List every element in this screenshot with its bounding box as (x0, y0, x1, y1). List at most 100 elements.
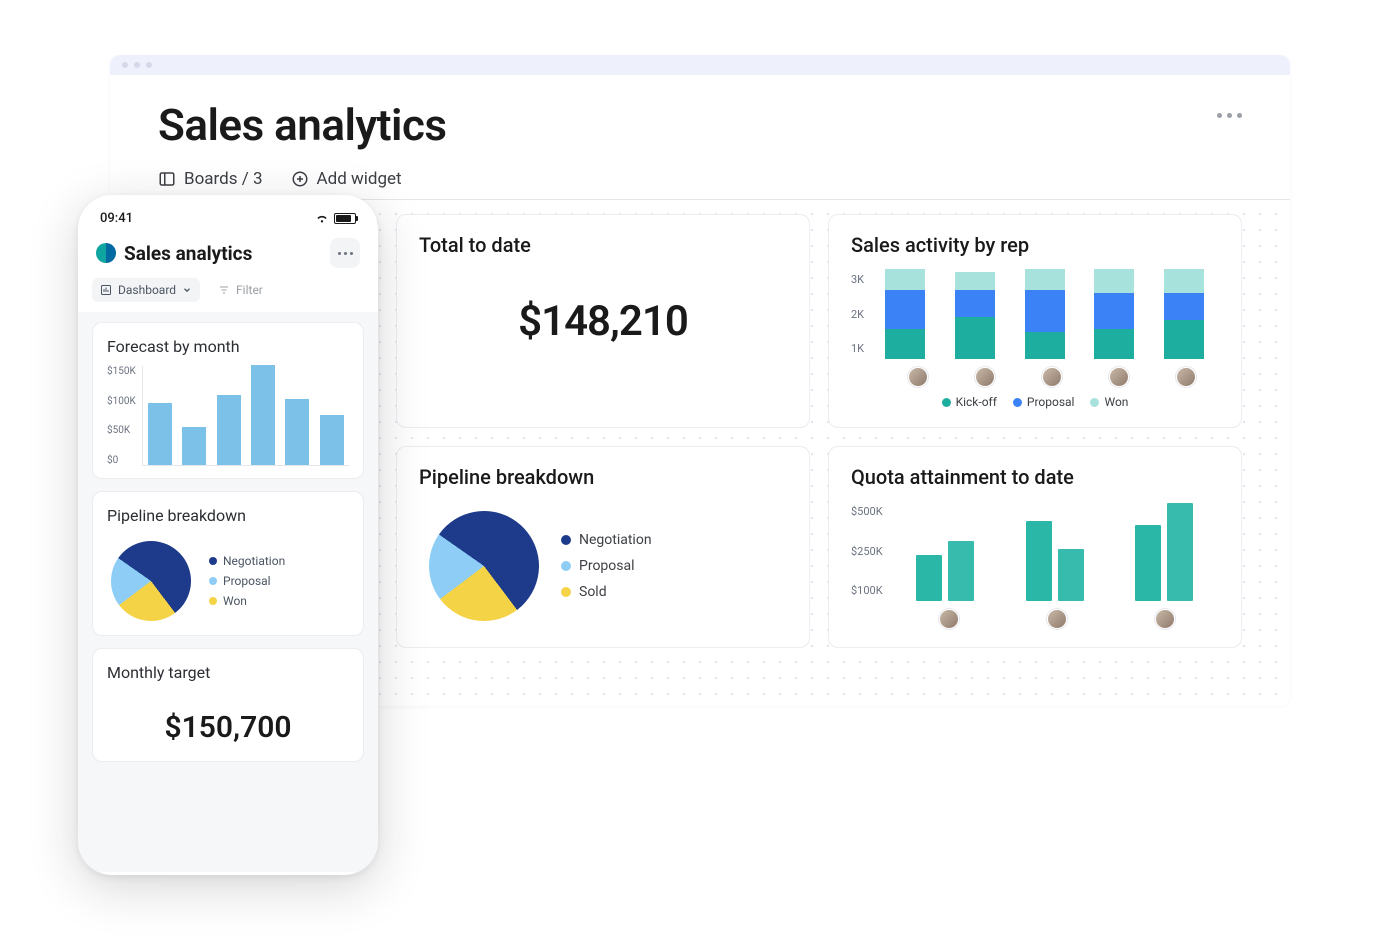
legend-label: Sold (579, 584, 607, 600)
stacked-col (1164, 269, 1204, 359)
legend-label: Kick-off (956, 395, 997, 409)
filter-button[interactable]: Filter (210, 278, 271, 302)
avatar[interactable] (908, 367, 928, 387)
legend-item[interactable]: Won (1090, 395, 1128, 409)
legend-item[interactable]: Proposal (1013, 395, 1075, 409)
ytick: $100K (107, 396, 136, 407)
status-time: 09:41 (100, 211, 133, 226)
status-bar: 09:41 (92, 209, 364, 236)
chart-legend: Kick-off Proposal Won (851, 387, 1219, 409)
mobile-card-pipeline[interactable]: Pipeline breakdown Negotiation Proposal … (92, 491, 364, 636)
monthly-target-value: $150,700 (107, 692, 349, 749)
mobile-card-forecast[interactable]: Forecast by month $150K $100K $50K $0 (92, 322, 364, 479)
stacked-bars (870, 269, 1219, 359)
avatar[interactable] (1109, 367, 1129, 387)
pie-legend: Negotiation Proposal Sold (561, 532, 652, 600)
page-title: Sales analytics (158, 99, 447, 151)
grouped-bars (891, 501, 1219, 601)
legend-item[interactable]: Won (209, 594, 285, 608)
app-logo-icon (96, 243, 116, 263)
boards-label: Boards / 3 (184, 169, 263, 189)
mobile-preview: 09:41 Sales analytics Dashboard (78, 195, 378, 875)
bar-pair (916, 541, 974, 601)
legend-label: Negotiation (223, 554, 285, 568)
total-to-date-value: $148,210 (419, 269, 787, 358)
card-title: Forecast by month (107, 337, 349, 356)
add-widget-label: Add widget (317, 169, 402, 189)
ytick: $50K (107, 425, 136, 436)
traffic-light-dot (122, 62, 128, 68)
ytick: $100K (851, 584, 883, 597)
ytick: $150K (107, 366, 136, 377)
chart-y-axis: 3K 2K 1K (851, 269, 870, 359)
card-quota-attainment[interactable]: Quota attainment to date $500K $250K $10… (828, 446, 1242, 648)
avatar[interactable] (1042, 367, 1062, 387)
stacked-col (1025, 269, 1065, 359)
bar-pair (1026, 521, 1084, 601)
pie-legend: Negotiation Proposal Won (209, 554, 285, 608)
legend-item[interactable]: Negotiation (561, 532, 652, 548)
rep-avatars (851, 601, 1219, 629)
mobile-card-list[interactable]: Forecast by month $150K $100K $50K $0 (78, 312, 378, 872)
mobile-header: Sales analytics (92, 236, 364, 278)
legend-label: Proposal (223, 574, 271, 588)
stacked-col (955, 272, 995, 359)
pie-chart-row: Negotiation Proposal Sold (419, 501, 787, 627)
more-menu-button[interactable] (1217, 99, 1242, 118)
filter-icon (218, 284, 230, 296)
avatar[interactable] (1155, 609, 1175, 629)
card-title: Pipeline breakdown (107, 506, 349, 525)
panel-icon (158, 170, 176, 188)
legend-label: Proposal (1027, 395, 1075, 409)
bar (217, 395, 241, 465)
forecast-chart: $150K $100K $50K $0 (107, 366, 349, 466)
legend-label: Negotiation (579, 532, 652, 548)
avatar[interactable] (1176, 367, 1196, 387)
legend-item[interactable]: Proposal (209, 574, 285, 588)
card-total-to-date[interactable]: Total to date $148,210 (396, 214, 810, 428)
avatar[interactable] (939, 609, 959, 629)
bar (320, 415, 344, 465)
ytick: $250K (851, 545, 883, 558)
mobile-more-button[interactable] (330, 238, 360, 268)
legend-item[interactable]: Negotiation (209, 554, 285, 568)
card-title: Total to date (419, 233, 787, 257)
card-title: Sales activity by rep (851, 233, 1219, 257)
ytick: $500K (851, 505, 883, 518)
pie-chart-row: Negotiation Proposal Won (107, 535, 349, 623)
rep-avatars (851, 359, 1219, 387)
forecast-bars (142, 366, 349, 466)
ytick: 2K (851, 308, 864, 321)
legend-item[interactable]: Kick-off (942, 395, 997, 409)
card-title: Monthly target (107, 663, 349, 682)
subnav: Boards / 3 Add widget (110, 151, 1290, 200)
traffic-light-dot (134, 62, 140, 68)
stacked-col (885, 269, 925, 359)
bar (285, 399, 309, 465)
plus-circle-icon (291, 170, 309, 188)
dashboard-selector[interactable]: Dashboard (92, 278, 200, 302)
dashboard-label: Dashboard (118, 283, 176, 297)
filter-label: Filter (236, 283, 263, 297)
window-titlebar (110, 55, 1290, 75)
avatar[interactable] (975, 367, 995, 387)
add-widget-button[interactable]: Add widget (291, 169, 402, 189)
chart-y-axis: $500K $250K $100K (851, 501, 891, 601)
card-pipeline-breakdown[interactable]: Pipeline breakdown Negotiation Proposal … (396, 446, 810, 648)
pie-chart (407, 489, 560, 642)
bar (182, 427, 206, 465)
ytick: $0 (107, 455, 136, 466)
mobile-toolbar: Dashboard Filter (92, 278, 364, 312)
stacked-col (1094, 269, 1134, 359)
battery-icon (334, 213, 356, 224)
legend-item[interactable]: Proposal (561, 558, 652, 574)
mobile-card-monthly-target[interactable]: Monthly target $150,700 (92, 648, 364, 762)
avatar[interactable] (1047, 609, 1067, 629)
boards-selector[interactable]: Boards / 3 (158, 169, 263, 189)
page-header: Sales analytics (110, 75, 1290, 151)
wifi-icon (315, 214, 329, 224)
card-sales-activity[interactable]: Sales activity by rep 3K 2K 1K (828, 214, 1242, 428)
mobile-page-title: Sales analytics (124, 242, 252, 265)
legend-item[interactable]: Sold (561, 584, 652, 600)
legend-label: Won (223, 594, 247, 608)
